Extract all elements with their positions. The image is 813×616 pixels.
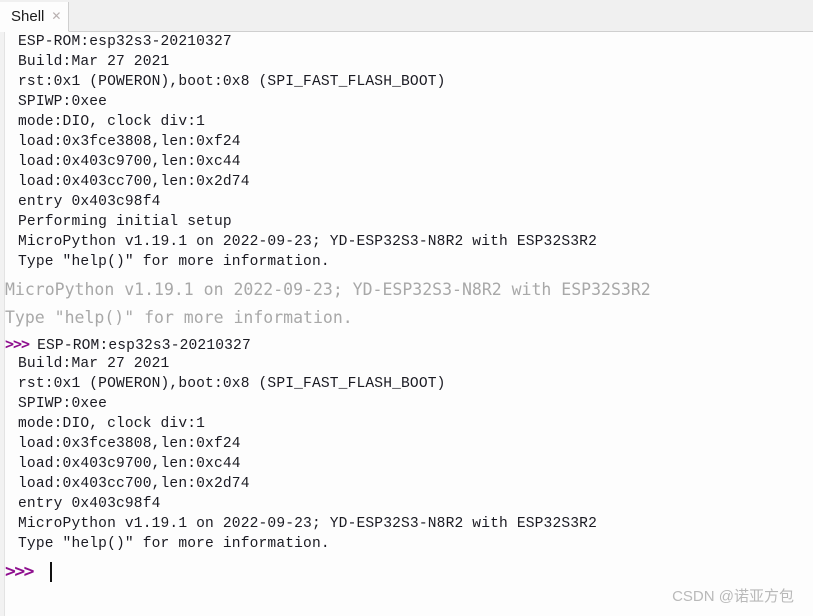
output-line: Performing initial setup (18, 214, 232, 230)
output-block-1: ESP-ROM:esp32s3-20210327 Build:Mar 27 20… (5, 32, 813, 272)
output-line: Type "help()" for more information. (18, 536, 330, 552)
console-content: ESP-ROM:esp32s3-20210327 Build:Mar 27 20… (5, 32, 813, 616)
output-line: Type "help()" for more information. (18, 254, 330, 270)
output-line: Build:Mar 27 2021 (18, 54, 170, 70)
text-cursor (50, 562, 53, 582)
prompt-symbol: >>> (5, 335, 30, 353)
banner-block: MicroPython v1.19.1 on 2022-09-23; YD-ES… (5, 276, 813, 332)
tab-shell-label: Shell (11, 7, 45, 25)
output-line: MicroPython v1.19.1 on 2022-09-23; YD-ES… (18, 516, 597, 532)
shell-output-area[interactable]: ESP-ROM:esp32s3-20210327 Build:Mar 27 20… (0, 32, 813, 616)
banner-line: Type "help()" for more information. (5, 308, 353, 327)
output-line: SPIWP:0xee (18, 94, 108, 110)
shell-window: Shell ✕ ESP-ROM:esp32s3-20210327 Build:M… (0, 0, 813, 616)
watermark: CSDN @诺亚方包 (672, 588, 794, 605)
output-line: SPIWP:0xee (18, 396, 108, 412)
output-line: rst:0x1 (POWERON),boot:0x8 (SPI_FAST_FLA… (18, 376, 446, 392)
output-line: ESP-ROM:esp32s3-20210327 (18, 34, 232, 50)
output-line: mode:DIO, clock div:1 (18, 416, 206, 432)
output-line: load:0x403cc700,len:0x2d74 (18, 476, 250, 492)
prompt-symbol: >>> (5, 561, 35, 582)
output-line: entry 0x403c98f4 (18, 496, 161, 512)
output-line: load:0x403cc700,len:0x2d74 (18, 174, 250, 190)
output-line: entry 0x403c98f4 (18, 194, 161, 210)
output-line: MicroPython v1.19.1 on 2022-09-23; YD-ES… (18, 234, 597, 250)
output-line: ESP-ROM:esp32s3-20210327 (37, 338, 251, 354)
output-line: Build:Mar 27 2021 (18, 356, 170, 372)
output-line: mode:DIO, clock div:1 (18, 114, 206, 130)
output-line: rst:0x1 (POWERON),boot:0x8 (SPI_FAST_FLA… (18, 74, 446, 90)
tab-bar: Shell ✕ (0, 0, 813, 32)
output-line: load:0x3fce3808,len:0xf24 (18, 134, 241, 150)
shell-input-line[interactable]: >>> (5, 558, 813, 586)
output-block-2: >>> ESP-ROM:esp32s3-20210327 Build:Mar 2… (5, 334, 813, 554)
tab-shell[interactable]: Shell ✕ (0, 2, 70, 32)
close-icon[interactable]: ✕ (51, 10, 61, 23)
output-line: load:0x3fce3808,len:0xf24 (18, 436, 241, 452)
banner-line: MicroPython v1.19.1 on 2022-09-23; YD-ES… (5, 280, 651, 299)
prompt-line: >>> ESP-ROM:esp32s3-20210327 (5, 334, 813, 354)
output-line: load:0x403c9700,len:0xc44 (18, 154, 241, 170)
output-line: load:0x403c9700,len:0xc44 (18, 456, 241, 472)
